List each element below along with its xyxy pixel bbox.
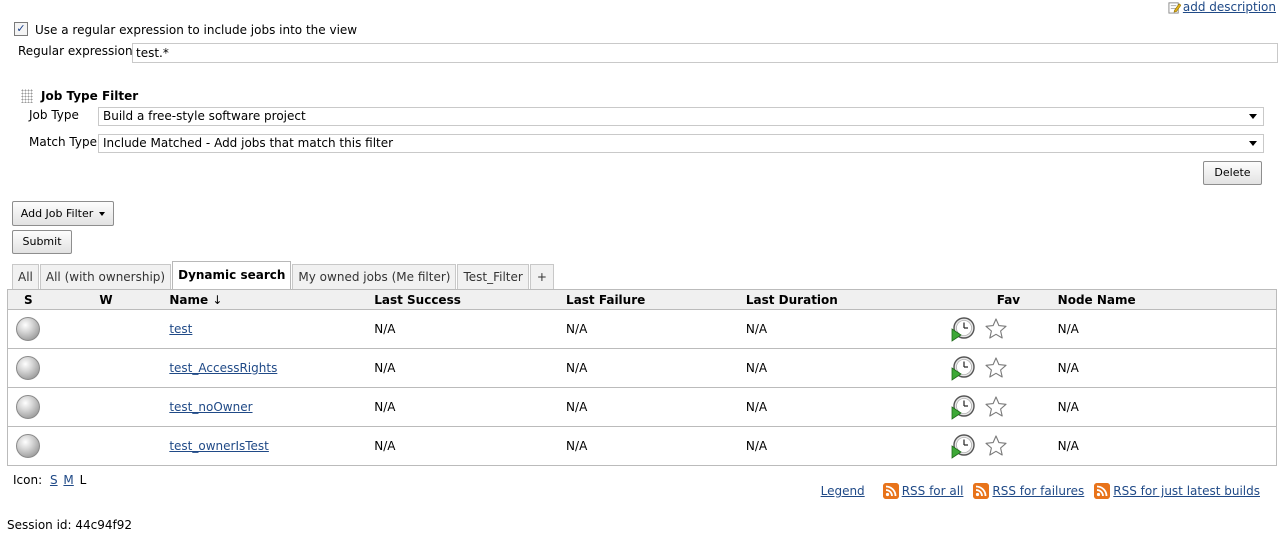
table-row: test N/A N/A N/A N/A bbox=[7, 309, 1277, 349]
legend-link[interactable]: Legend bbox=[821, 484, 865, 498]
view-tabs: All All (with ownership) Dynamic search … bbox=[12, 261, 555, 289]
weather-cell bbox=[99, 387, 170, 427]
rss-all-link[interactable]: RSS for all bbox=[902, 484, 964, 498]
job-type-filter-title: Job Type Filter bbox=[41, 89, 139, 103]
column-last-success[interactable]: Last Success bbox=[374, 289, 567, 310]
icon-size-large-current: L bbox=[79, 473, 87, 487]
last-duration-cell: N/A bbox=[745, 348, 943, 388]
rss-failures[interactable]: RSS for failures bbox=[973, 483, 1084, 499]
sort-arrow-icon: ↓ bbox=[212, 292, 223, 307]
last-failure-cell: N/A bbox=[566, 387, 746, 427]
status-ball-icon bbox=[16, 317, 40, 341]
schedule-build-icon[interactable] bbox=[950, 394, 976, 420]
weather-cell bbox=[99, 348, 170, 388]
dropdown-arrow-icon bbox=[99, 212, 106, 216]
add-job-filter-label: Add Job Filter bbox=[20, 207, 94, 220]
last-success-cell: N/A bbox=[374, 426, 567, 466]
regex-field-label: Regular expression bbox=[18, 44, 133, 58]
regex-input[interactable] bbox=[132, 43, 1278, 63]
node-name-cell: N/A bbox=[1057, 426, 1277, 466]
add-description-link[interactable]: add description bbox=[1183, 0, 1276, 14]
tab-all-with-ownership[interactable]: All (with ownership) bbox=[39, 264, 172, 289]
match-type-value: Include Matched - Add jobs that match th… bbox=[103, 136, 394, 150]
drag-handle-icon[interactable] bbox=[21, 89, 33, 103]
last-success-cell: N/A bbox=[374, 309, 567, 349]
last-duration-cell: N/A bbox=[745, 426, 943, 466]
edit-description-icon bbox=[1168, 1, 1181, 14]
column-last-failure[interactable]: Last Failure bbox=[566, 289, 746, 310]
star-icon[interactable] bbox=[984, 395, 1008, 419]
chevron-down-icon bbox=[1249, 114, 1257, 119]
rss-icon bbox=[1094, 483, 1111, 499]
rss-latest[interactable]: RSS for just latest builds bbox=[1094, 483, 1260, 499]
tab-all[interactable]: All bbox=[12, 264, 39, 289]
footer-links: Legend RSS for all RSS for failures RSS … bbox=[821, 483, 1260, 499]
job-type-label: Job Type bbox=[29, 108, 79, 122]
job-type-value: Build a free-style software project bbox=[103, 109, 306, 123]
last-success-cell: N/A bbox=[374, 387, 567, 427]
star-icon[interactable] bbox=[984, 434, 1008, 458]
rss-latest-link[interactable]: RSS for just latest builds bbox=[1113, 484, 1260, 498]
table-row: test_ownerIsTest N/A N/A N/A N/A bbox=[7, 426, 1277, 466]
column-fav: Fav bbox=[942, 289, 1058, 310]
delete-button[interactable]: Delete bbox=[1203, 161, 1262, 185]
job-name-link[interactable]: test_AccessRights bbox=[169, 361, 277, 375]
schedule-build-icon[interactable] bbox=[950, 433, 976, 459]
table-row: test_noOwner N/A N/A N/A N/A bbox=[7, 387, 1277, 427]
add-description[interactable]: add description bbox=[1168, 0, 1276, 14]
tab-add-view[interactable]: + bbox=[529, 264, 554, 289]
rss-failures-link[interactable]: RSS for failures bbox=[992, 484, 1084, 498]
star-icon[interactable] bbox=[984, 356, 1008, 380]
schedule-build-icon[interactable] bbox=[950, 355, 976, 381]
rss-icon bbox=[882, 483, 899, 499]
status-ball-icon bbox=[16, 356, 40, 380]
add-job-filter-button[interactable]: Add Job Filter bbox=[12, 201, 114, 226]
icon-size-selector: Icon: S M L bbox=[13, 473, 86, 487]
job-name-link[interactable]: test_noOwner bbox=[169, 400, 252, 414]
status-ball-icon bbox=[16, 434, 40, 458]
job-name-link[interactable]: test_ownerIsTest bbox=[169, 439, 269, 453]
tab-my-owned-jobs[interactable]: My owned jobs (Me filter) bbox=[292, 264, 457, 289]
last-success-cell: N/A bbox=[374, 348, 567, 388]
column-status[interactable]: S bbox=[7, 289, 100, 310]
submit-button[interactable]: Submit bbox=[12, 230, 72, 254]
column-last-duration[interactable]: Last Duration bbox=[745, 289, 943, 310]
tab-test-filter[interactable]: Test_Filter bbox=[457, 264, 529, 289]
match-type-select[interactable]: Include Matched - Add jobs that match th… bbox=[98, 134, 1264, 153]
job-type-select[interactable]: Build a free-style software project bbox=[98, 107, 1264, 126]
column-name-label: Name bbox=[169, 292, 209, 307]
schedule-build-icon[interactable] bbox=[950, 316, 976, 342]
table-header-row: S W Name ↓ Last Success Last Failure Las… bbox=[7, 289, 1277, 310]
weather-cell bbox=[99, 426, 170, 466]
icon-size-medium-link[interactable]: M bbox=[63, 473, 73, 487]
column-node-name[interactable]: Node Name bbox=[1057, 289, 1277, 310]
icon-size-label: Icon: bbox=[13, 473, 43, 487]
column-name[interactable]: Name ↓ bbox=[169, 289, 375, 310]
job-name-link[interactable]: test bbox=[169, 322, 192, 336]
node-name-cell: N/A bbox=[1057, 387, 1277, 427]
last-failure-cell: N/A bbox=[566, 348, 746, 388]
last-duration-cell: N/A bbox=[745, 387, 943, 427]
session-id: Session id: 44c94f92 bbox=[7, 518, 133, 532]
match-type-label: Match Type bbox=[29, 135, 97, 149]
tab-dynamic-search[interactable]: Dynamic search bbox=[172, 261, 292, 289]
node-name-cell: N/A bbox=[1057, 348, 1277, 388]
node-name-cell: N/A bbox=[1057, 309, 1277, 349]
jobs-table: S W Name ↓ Last Success Last Failure Las… bbox=[7, 289, 1277, 466]
column-weather[interactable]: W bbox=[99, 289, 170, 310]
last-duration-cell: N/A bbox=[745, 309, 943, 349]
icon-size-small-link[interactable]: S bbox=[50, 473, 58, 487]
star-icon[interactable] bbox=[984, 317, 1008, 341]
weather-cell bbox=[99, 309, 170, 349]
rss-all[interactable]: RSS for all bbox=[882, 483, 964, 499]
last-failure-cell: N/A bbox=[566, 309, 746, 349]
last-failure-cell: N/A bbox=[566, 426, 746, 466]
rss-icon bbox=[973, 483, 990, 499]
status-ball-icon bbox=[16, 395, 40, 419]
regex-checkbox[interactable]: ✓ bbox=[14, 22, 28, 36]
chevron-down-icon bbox=[1249, 141, 1257, 146]
table-row: test_AccessRights N/A N/A N/A N/A bbox=[7, 348, 1277, 388]
regex-checkbox-label: Use a regular expression to include jobs… bbox=[35, 23, 358, 37]
